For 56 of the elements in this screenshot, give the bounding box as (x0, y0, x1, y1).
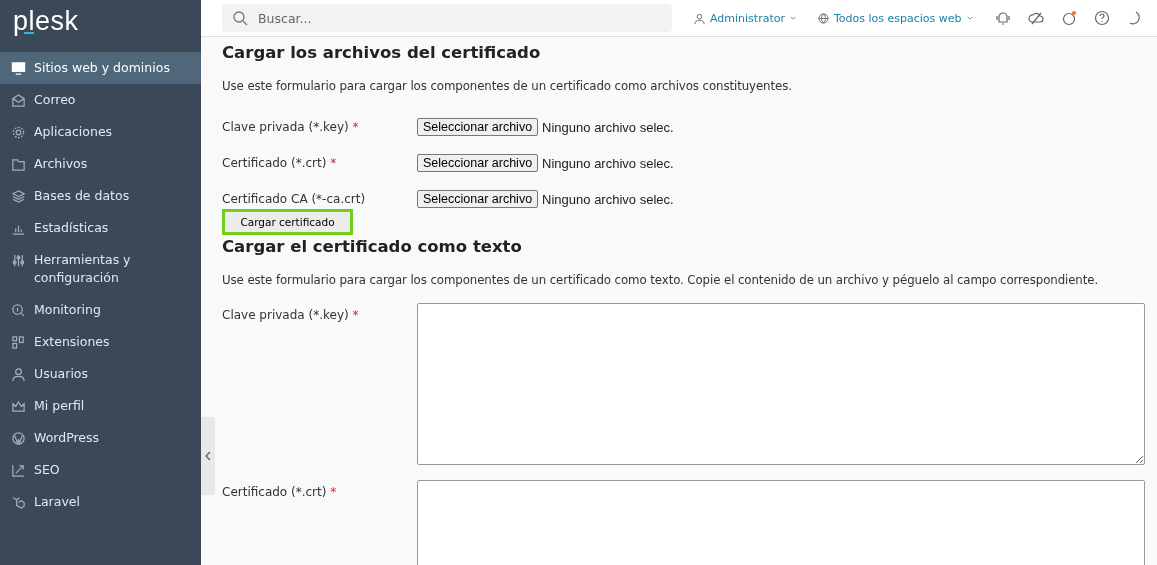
field-label: Certificado (*.crt) * (222, 156, 338, 170)
sidebar-item[interactable]: Mi perfil (0, 390, 201, 422)
search-icon (232, 10, 248, 26)
scope-menu[interactable]: Todos los espacios web (818, 11, 973, 25)
sidebar-item[interactable]: SEO (0, 454, 201, 486)
field-label: Certificado CA (*-ca.crt) (222, 192, 367, 206)
caret-icon (966, 16, 973, 20)
sidebar-item[interactable]: Monitoring (0, 294, 201, 326)
field-label: Clave privada (*.key) * (222, 307, 360, 322)
user-menu[interactable]: Administrator (694, 11, 796, 25)
bell-icon[interactable] (994, 10, 1011, 26)
sidebar-item[interactable]: Extensiones (0, 326, 201, 358)
file-status: Ninguno archivo selec. (542, 191, 674, 207)
section-description: Use este formulario para cargar los componentes de un certificado como texto. Copie el contenido de un archivo y péguelo al campo correspondiente. (222, 273, 1100, 287)
monitoring-icon (11, 303, 26, 318)
sidebar-item[interactable]: Correo (0, 84, 201, 116)
sidebar-item[interactable]: Laravel (0, 486, 201, 518)
caret-icon (790, 16, 796, 20)
cloud-icon[interactable] (1027, 10, 1044, 26)
chevron-left-icon (205, 451, 211, 461)
sidebar-item[interactable]: Aplicaciones (0, 116, 201, 148)
sidebar-item[interactable]: Herramientas y configuración (0, 244, 201, 294)
field-label: Certificado (*.crt) * (222, 484, 338, 499)
section-description: Use este formulario para cargar los componentes de un certificado como archivos constituyentes. (222, 79, 793, 93)
blocks-icon (11, 335, 26, 350)
search-field[interactable]: Buscar... (222, 4, 672, 32)
folder-icon (11, 157, 26, 172)
file-status: Ninguno archivo selec. (542, 155, 674, 171)
file-status: Ninguno archivo selec. (542, 119, 674, 135)
layers-icon (11, 189, 26, 204)
crown-icon (11, 399, 26, 414)
mail-icon (11, 93, 26, 108)
choose-file-button[interactable]: Seleccionar archivo (417, 154, 539, 172)
gear-icon (11, 125, 26, 140)
user-icon (694, 12, 705, 24)
choose-file-button[interactable]: Seleccionar archivo (417, 118, 539, 136)
seo-icon (11, 463, 26, 478)
choose-file-button[interactable]: Seleccionar archivo (417, 190, 539, 208)
section-title: Cargar el certificado como texto (222, 236, 523, 258)
sidebar-item[interactable]: WordPress (0, 422, 201, 454)
section-title: Cargar los archivos del certificado (222, 42, 542, 64)
globe-icon (818, 12, 829, 24)
help-icon[interactable] (1093, 10, 1110, 26)
user-icon (11, 367, 26, 382)
sidebar-item[interactable]: Estadísticas (0, 212, 201, 244)
collapse-handle[interactable] (201, 417, 215, 495)
sidebar-item[interactable]: Archivos (0, 148, 201, 180)
plesk-logo: plesk (12, 5, 79, 38)
sidebar-item[interactable]: Usuarios (0, 358, 201, 390)
sidebar-item[interactable]: Sitios web y dominios (0, 52, 201, 84)
sliders-icon (11, 253, 26, 268)
monitor-icon (11, 61, 26, 76)
sidebar-item[interactable]: Bases de datos (0, 180, 201, 212)
wordpress-icon (11, 431, 26, 446)
field-label: Clave privada (*.key) * (222, 120, 360, 134)
upload-certificate-button[interactable]: Cargar certificado (222, 209, 353, 235)
